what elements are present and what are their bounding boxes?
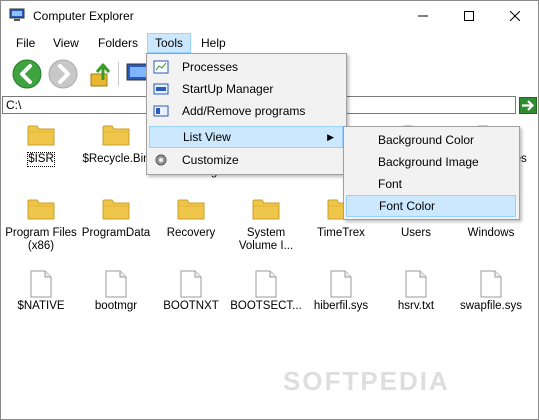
computer-app-icon [9,8,25,21]
folder-icon [153,197,229,225]
folder-icon [3,123,79,151]
submenu-arrow-icon: ▶ [327,132,334,142]
minimize-button[interactable] [400,1,446,31]
menu-item-processes[interactable]: Processes [149,56,343,78]
folder-item[interactable]: System Volume I... [228,197,304,253]
folder-item[interactable]: Recovery [153,197,229,240]
menu-item-font[interactable]: Font [346,173,516,195]
menu-bar: File View Folders Tools Help [1,33,538,53]
item-label: BOOTNXT [163,300,219,312]
folder-item[interactable]: Program Files (x86) [3,197,79,253]
menu-folders[interactable]: Folders [91,33,145,53]
close-icon [510,11,520,21]
folder-icon [228,197,304,225]
folder-item[interactable]: $Recycle.Bin [78,123,154,166]
menu-item-customize[interactable]: Customize [149,149,343,171]
folder-item[interactable]: $ISR [3,123,79,167]
softpedia-watermark: SOFTPEDIA [283,366,450,396]
maximize-button[interactable] [446,1,492,31]
menu-item-font-color[interactable]: Font Color [346,195,516,217]
item-label: TimeTrex [317,227,365,239]
gear-icon [155,154,167,166]
folder-icon [3,197,79,225]
folder-icon [78,123,154,151]
close-button[interactable] [492,1,538,31]
item-label: bootmgr [94,300,138,312]
item-label: System Volume I... [238,227,294,252]
minimize-icon [418,15,428,17]
file-icon [153,270,229,298]
item-label: BOOTSECT... [230,300,302,312]
item-label: $NATIVE [17,300,65,312]
app-window: Computer Explorer File View Folders Tool… [0,0,539,420]
up-folder-button[interactable] [85,58,117,90]
item-label: $ISR [27,152,55,167]
folder-icon [78,197,154,225]
startup-icon [153,83,169,95]
menu-item-list-view[interactable]: List View ▶ [149,126,343,148]
menu-item-background-color[interactable]: Background Color [346,129,516,151]
maximize-icon [464,11,474,21]
file-item[interactable]: hsrv.txt [378,270,454,313]
file-icon [303,270,379,298]
go-arrow-icon [522,100,535,111]
menu-item-startup-manager[interactable]: StartUp Manager [149,78,343,100]
menu-item-add-remove-programs[interactable]: Add/Remove programs [149,100,343,122]
file-item[interactable]: BOOTSECT... [228,270,304,313]
file-item[interactable]: $NATIVE [3,270,79,313]
file-icon [453,270,529,298]
item-label: Recovery [166,227,216,239]
file-item[interactable]: hiberfil.sys [303,270,379,313]
file-item[interactable]: bootmgr [78,270,154,313]
menu-help[interactable]: Help [194,33,233,53]
item-label: Program Files (x86) [5,227,77,252]
file-icon [3,270,79,298]
item-label: hiberfil.sys [313,300,369,312]
folder-item[interactable]: ProgramData [78,197,154,240]
window-title: Computer Explorer [33,9,134,23]
title-bar: Computer Explorer [1,1,538,31]
item-label: swapfile.sys [460,300,522,312]
processes-icon [153,60,169,74]
file-item[interactable]: BOOTNXT [153,270,229,313]
programs-icon [153,105,169,117]
file-icon [378,270,454,298]
file-item[interactable]: swapfile.sys [453,270,529,313]
menu-tools[interactable]: Tools [147,33,192,53]
menu-view[interactable]: View [46,33,86,53]
list-view-submenu: Background Color Background Image Font F… [343,126,520,220]
tools-menu: Processes StartUp Manager Add/Remove pro… [146,53,347,175]
file-icon [228,270,304,298]
file-icon [78,270,154,298]
menu-file[interactable]: File [9,33,42,53]
go-button[interactable] [519,97,537,114]
item-label: ProgramData [81,227,151,239]
item-label: hsrv.txt [397,300,435,312]
menu-item-background-image[interactable]: Background Image [346,151,516,173]
item-label: $Recycle.Bin [82,153,150,165]
toolbar-separator [118,62,119,86]
forward-button[interactable] [47,58,79,90]
item-label: Windows [467,227,515,239]
back-button[interactable] [11,58,43,90]
item-label: Users [400,227,432,239]
